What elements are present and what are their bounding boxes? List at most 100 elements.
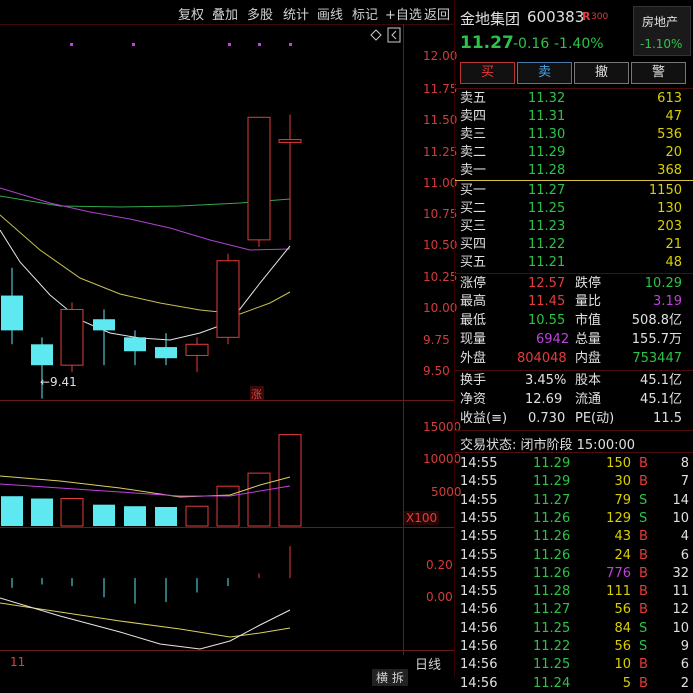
candle-body [216, 260, 240, 338]
ma-yellow-line [0, 214, 291, 315]
trade-side: B [639, 529, 648, 545]
trade-count: 6 [680, 547, 689, 563]
bid-row[interactable]: 买二 11.25 130 [455, 200, 687, 218]
stat-label: 外盘 [460, 351, 487, 366]
trade-row: 14:55 11.29 30 B 7 [455, 473, 693, 491]
total-vol-value: 155.7万 [631, 332, 682, 347]
ask-row[interactable]: 卖二 11.29 20 [455, 144, 687, 162]
trade-price: 11.25 [533, 657, 571, 673]
candle-body [155, 347, 177, 359]
sell-button[interactable]: 卖 [517, 62, 572, 84]
trade-side: S [639, 510, 648, 526]
volume-bar [1, 496, 23, 526]
trade-side: B [639, 474, 648, 490]
current-vol-value: 6942 [536, 332, 570, 347]
sector-box[interactable]: 房地产 -1.10% [633, 6, 691, 56]
quote-panel: 金地集团 600383 R 300 11.27 -0.16 -1.40% 房地产… [454, 0, 693, 691]
trade-volume: 5 [622, 675, 631, 691]
trade-side: B [639, 456, 648, 471]
volume-bar [278, 434, 302, 527]
trade-row: 14:56 11.22 56 S 9 [455, 638, 693, 656]
capital-value: 45.1亿 [640, 373, 682, 388]
bottom-hint[interactable]: 横 拆 [372, 669, 408, 686]
price-tick: 10.50 [423, 238, 458, 252]
volume-bar [60, 498, 84, 527]
trade-volume: 776 [606, 565, 631, 581]
trade-count: 4 [680, 529, 689, 545]
volume-bar [93, 504, 115, 526]
price-tick: 9.50 [423, 364, 450, 378]
trade-price: 11.26 [533, 547, 571, 563]
ask-row[interactable]: 卖一 11.28 368 [455, 162, 687, 180]
chart-area[interactable]: 复权 叠加 多股 统计 画线 标记 +自选 返回 12.00 11.75 11.… [0, 0, 462, 686]
trade-volume: 56 [614, 639, 631, 654]
trade-row: 14:55 11.27 79 S 14 [455, 492, 693, 510]
trade-price: 11.25 [533, 620, 571, 636]
trade-count: 12 [672, 602, 689, 618]
period-daily-button[interactable]: 日线 [415, 654, 441, 673]
macd-tick: 0.20 [426, 558, 453, 572]
candle-body [60, 308, 84, 366]
trade-price: 11.27 [533, 602, 571, 618]
trade-side: B [639, 675, 648, 691]
cancel-order-button[interactable]: 撤 [574, 62, 629, 84]
date-label: 11 [10, 655, 26, 669]
r-badge: R [582, 10, 591, 23]
bid-row[interactable]: 买五 11.21 48 [455, 254, 687, 272]
trade-price: 11.24 [533, 675, 571, 691]
macd-bars-group [11, 546, 291, 604]
candles-group [1, 114, 302, 399]
trade-count: 8 [680, 456, 689, 471]
trade-time: 14:55 [460, 456, 498, 471]
kline-chart[interactable] [0, 0, 454, 677]
candle [278, 114, 302, 240]
price-tick: 11.50 [423, 113, 458, 127]
alert-button[interactable]: 警 [631, 62, 686, 84]
trade-volume: 43 [614, 529, 631, 545]
candle [31, 337, 53, 399]
stock-code: 600383 [527, 8, 585, 26]
stat-label: 市值 [575, 313, 602, 328]
candle-body [31, 344, 53, 366]
trade-side: B [639, 547, 648, 563]
trade-price: 11.29 [533, 474, 571, 490]
trade-time: 14:56 [460, 602, 498, 618]
stat-label: 现量 [460, 332, 487, 347]
ask-row[interactable]: 卖四 11.31 47 [455, 108, 687, 126]
diamond-icon[interactable] [370, 29, 382, 41]
collapse-panel-icon[interactable] [387, 27, 401, 43]
buy-button[interactable]: 买 [460, 62, 515, 84]
trade-time: 14:55 [460, 565, 498, 581]
stat-label: 内盘 [575, 351, 602, 366]
trade-price: 11.26 [533, 529, 571, 545]
macd-white-line [0, 597, 291, 650]
float-value: 45.1亿 [640, 392, 682, 407]
candle [216, 253, 240, 345]
price-change-pct: -1.40% [554, 36, 604, 52]
trade-time: 14:55 [460, 529, 498, 545]
trade-time: 14:56 [460, 675, 498, 691]
candle-body [185, 343, 209, 356]
ask-row[interactable]: 卖三 11.30 536 [455, 126, 687, 144]
trade-row: 14:55 11.26 43 B 4 [455, 528, 693, 546]
trade-time: 14:56 [460, 657, 498, 673]
bid-row[interactable]: 买一 11.27 1150 [455, 182, 687, 200]
trade-side: S [639, 492, 648, 508]
trade-count: 7 [680, 474, 689, 490]
candle [1, 267, 23, 345]
trade-price: 11.27 [533, 492, 571, 508]
trade-volume: 111 [606, 584, 631, 600]
stock-name: 金地集团 [460, 10, 521, 28]
high-value: 11.45 [528, 294, 566, 309]
bid-row[interactable]: 买四 11.22 21 [455, 236, 687, 254]
trade-time: 14:56 [460, 639, 498, 654]
trade-count: 6 [680, 657, 689, 673]
ask-row[interactable]: 卖五 11.32 613 [455, 90, 687, 108]
inner-value: 753447 [632, 351, 682, 366]
volume-bar [155, 506, 177, 526]
price-tick: 11.75 [423, 82, 458, 96]
trade-row: 14:56 11.24 5 B 2 [455, 675, 693, 693]
trade-volume: 129 [606, 510, 631, 526]
candle [185, 337, 209, 373]
bid-row[interactable]: 买三 11.23 203 [455, 218, 687, 236]
